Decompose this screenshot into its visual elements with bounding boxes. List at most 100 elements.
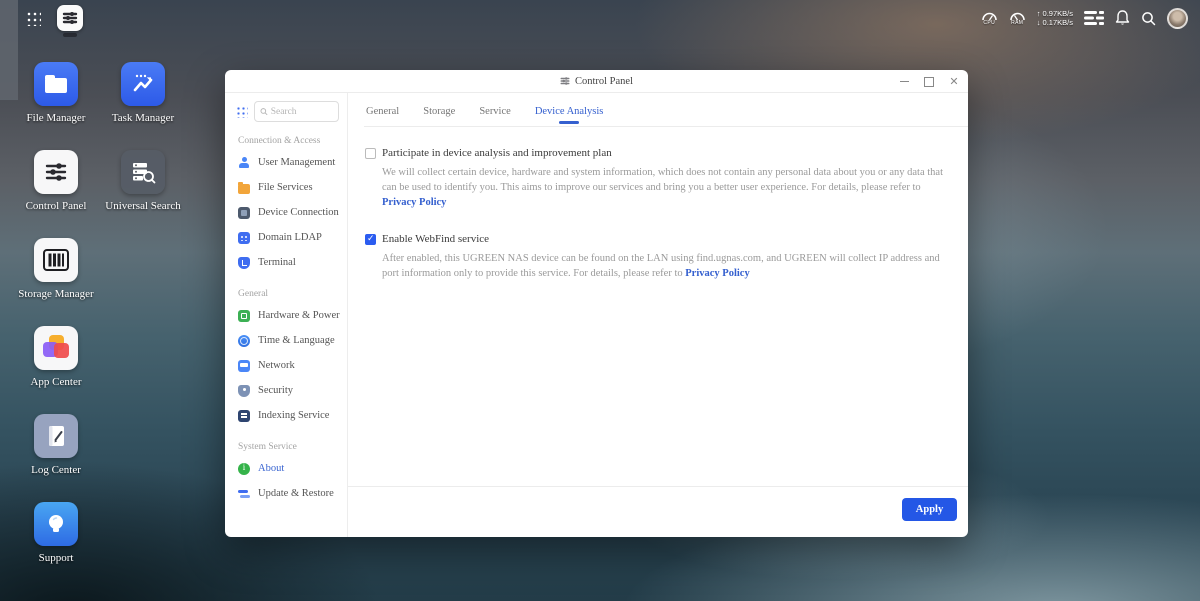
desktop-icon-support[interactable]: Support	[11, 502, 101, 564]
apply-button[interactable]: Apply	[902, 498, 957, 521]
sidebar-item-security[interactable]: Security	[225, 378, 347, 403]
sidebar-section-header: System Service	[238, 442, 297, 452]
content-footer: Apply	[348, 486, 968, 537]
privacy-policy-link[interactable]: Privacy Policy	[382, 197, 446, 208]
desktop-wallpaper: CPU RAM ↑ 0.97KB/s ↓ 0.17KB/s File Manag…	[0, 0, 1200, 601]
window-titlebar[interactable]: Control Panel ✕	[225, 70, 968, 93]
sidebar-item-update-restore[interactable]: Update & Restore	[225, 481, 347, 506]
desktop-icon-label: Support	[38, 552, 74, 564]
maximize-icon[interactable]	[923, 76, 935, 88]
close-icon[interactable]: ✕	[948, 76, 960, 88]
webfind-checkbox[interactable]	[365, 233, 376, 245]
search-icon	[260, 108, 268, 116]
cpu-label: CPU	[983, 19, 996, 26]
task-manager-icon	[121, 62, 165, 106]
search-icon[interactable]	[1141, 11, 1156, 26]
minimize-icon[interactable]	[898, 76, 910, 88]
desktop-icon-app-center[interactable]: App Center	[11, 326, 101, 388]
globe-icon	[238, 334, 250, 347]
update-arrows-icon	[238, 488, 250, 500]
file-manager-icon	[34, 62, 78, 106]
participate-description: We will collect certain device, hardware…	[382, 167, 944, 208]
webfind-checkbox-row[interactable]: Enable WebFind service	[365, 233, 948, 245]
participate-label: Participate in device analysis and impro…	[382, 147, 612, 159]
sidebar-item-domain-ldap[interactable]: Domain LDAP	[225, 225, 347, 250]
sidebar-grid-icon[interactable]	[236, 105, 248, 118]
privacy-policy-link[interactable]: Privacy Policy	[685, 268, 749, 279]
desktop-icon-label: Control Panel	[25, 200, 87, 212]
tab-service[interactable]: Service	[479, 106, 511, 126]
tab-device-analysis[interactable]: Device Analysis	[535, 106, 604, 126]
desktop-icon-control-panel[interactable]: Control Panel	[11, 150, 101, 212]
sidebar-item-user-management[interactable]: User Management	[225, 150, 347, 175]
network-icon	[238, 359, 250, 372]
participate-checkbox[interactable]	[365, 147, 376, 159]
control-panel-content: General Storage Service Device Analysis …	[348, 93, 968, 537]
user-avatar[interactable]	[1167, 7, 1188, 29]
desktop-icon-storage-manager[interactable]: Storage Manager	[11, 238, 101, 300]
desktop-icon-file-manager[interactable]: File Manager	[11, 62, 101, 124]
sidebar-search[interactable]	[254, 101, 339, 122]
search-input[interactable]	[270, 106, 333, 117]
sidebar-item-time-language[interactable]: Time & Language	[225, 328, 347, 353]
sidebar-item-device-connection[interactable]: Device Connection	[225, 200, 347, 225]
network-speeds[interactable]: ↑ 0.97KB/s ↓ 0.17KB/s	[1037, 9, 1073, 27]
info-icon	[238, 462, 250, 475]
ram-label: RAM	[1011, 19, 1024, 26]
webfind-label: Enable WebFind service	[382, 233, 490, 245]
universal-search-icon	[121, 150, 165, 194]
desktop-icon-label: Universal Search	[105, 200, 181, 212]
sidebar-item-network[interactable]: Network	[225, 353, 347, 378]
shield-icon	[238, 256, 250, 269]
upload-speed: ↑ 0.97KB/s	[1036, 9, 1073, 18]
control-panel-sidebar: Connection & Access User Management File…	[225, 93, 348, 537]
sidebar-item-indexing-service[interactable]: Indexing Service	[225, 403, 347, 428]
control-panel-app-icon	[57, 5, 83, 31]
desktop-icon-task-manager[interactable]: Task Manager	[98, 62, 188, 124]
webfind-description: After enabled, this UGREEN NAS device ca…	[382, 253, 940, 279]
support-icon	[34, 502, 78, 546]
apps-grid-icon[interactable]	[26, 11, 41, 26]
control-panel-window: Control Panel ✕ Connection & Access	[225, 70, 968, 537]
hardware-icon	[238, 309, 250, 322]
desktop-icon-label: App Center	[30, 376, 82, 388]
tab-general[interactable]: General	[366, 106, 399, 126]
tab-bar: General Storage Service Device Analysis	[348, 93, 968, 126]
sidebar-item-file-services[interactable]: File Services	[225, 175, 347, 200]
log-center-icon	[34, 414, 78, 458]
window-title: Control Panel	[574, 75, 634, 87]
desktop-icon-label: Log Center	[31, 464, 81, 476]
user-icon	[238, 156, 250, 169]
download-speed: ↓ 0.17KB/s	[1036, 18, 1073, 27]
desktop-icon-label: File Manager	[26, 112, 86, 124]
topbar: CPU RAM ↑ 0.97KB/s ↓ 0.17KB/s	[0, 0, 1200, 37]
indexing-icon	[238, 409, 250, 422]
taskbar-app-control-panel[interactable]	[57, 5, 83, 37]
control-panel-icon	[34, 150, 78, 194]
desktop-icon-label: Storage Manager	[18, 288, 94, 300]
running-app-indicator	[63, 33, 77, 37]
ram-gauge-icon[interactable]: RAM	[1009, 11, 1026, 26]
window-title-icon	[560, 77, 570, 85]
desktop-icon-label: Task Manager	[111, 112, 175, 124]
sidebar-section-header: Connection & Access	[238, 136, 321, 146]
bell-icon[interactable]	[1115, 10, 1130, 26]
sidebar-item-about[interactable]: About	[225, 456, 347, 481]
sidebar-section-header: General	[238, 289, 269, 299]
cpu-gauge-icon[interactable]: CPU	[981, 11, 998, 26]
desktop-icon-universal-search[interactable]: Universal Search	[98, 150, 188, 212]
sidebar-item-hardware-power[interactable]: Hardware & Power	[225, 303, 347, 328]
device-icon	[238, 206, 250, 219]
folder-icon	[238, 181, 250, 194]
widgets-icon[interactable]	[1084, 11, 1104, 25]
security-shield-icon	[238, 384, 250, 397]
participate-checkbox-row[interactable]: Participate in device analysis and impro…	[365, 147, 948, 159]
sidebar-item-terminal[interactable]: Terminal	[225, 250, 347, 275]
storage-manager-icon	[34, 238, 78, 282]
option-device-analysis: Participate in device analysis and impro…	[365, 147, 948, 210]
app-center-icon	[34, 326, 78, 370]
desktop-icon-log-center[interactable]: Log Center	[11, 414, 101, 476]
domain-icon	[238, 231, 250, 244]
option-webfind: Enable WebFind service After enabled, th…	[365, 233, 948, 281]
tab-storage[interactable]: Storage	[423, 106, 455, 126]
